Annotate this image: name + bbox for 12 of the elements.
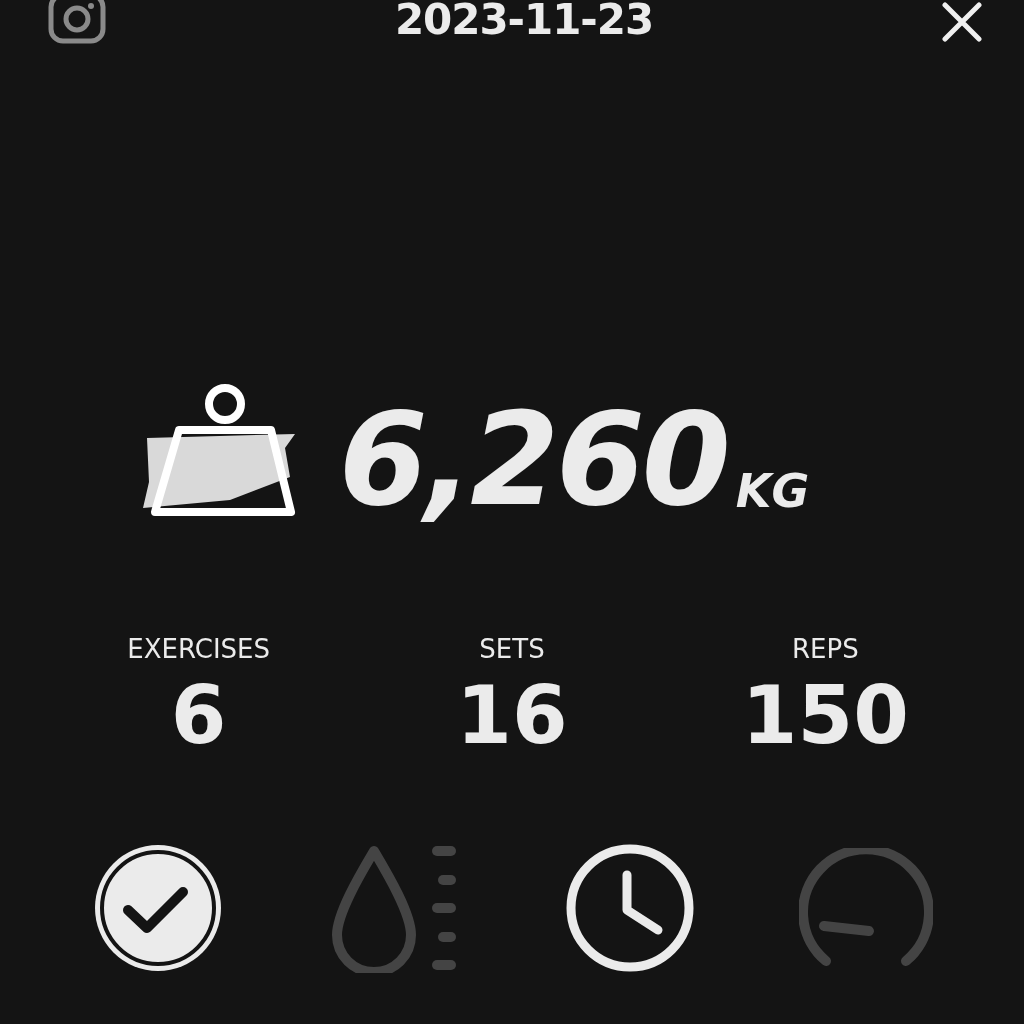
stat-label: REPS — [792, 636, 859, 662]
stat-value: 16 — [456, 676, 568, 756]
close-icon[interactable] — [942, 2, 982, 42]
total-weight: 6,260 — [338, 396, 728, 524]
stat-value: 6 — [170, 676, 227, 756]
weight-unit: KG — [735, 468, 810, 514]
date-title: 2023-11-23 — [394, 0, 654, 46]
clock-icon[interactable] — [564, 842, 696, 974]
stat-label: SETS — [479, 636, 545, 662]
check-circle-icon[interactable] — [92, 842, 224, 974]
stat-label: EXERCISES — [127, 636, 270, 662]
stat-value: 150 — [741, 676, 909, 756]
